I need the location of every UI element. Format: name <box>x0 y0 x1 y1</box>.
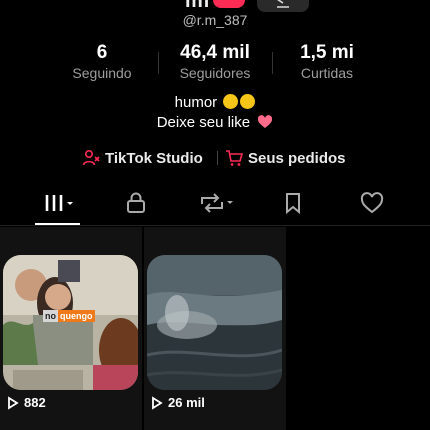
lock-icon <box>127 192 145 213</box>
pink-heart-icon <box>258 115 273 128</box>
stat-followers-value: 46,4 mil <box>180 42 250 63</box>
video-item[interactable]: no quengo 882 <box>0 227 142 430</box>
stat-following[interactable]: 6 Seguindo <box>42 42 162 82</box>
shopping-cart-icon <box>226 150 243 166</box>
tab-videos[interactable] <box>30 183 90 223</box>
bookmark-icon <box>286 193 300 214</box>
play-icon <box>152 395 163 410</box>
tiktok-studio-label: TikTok Studio <box>105 149 203 167</box>
edit-icon <box>277 0 289 8</box>
tab-private[interactable] <box>106 183 166 223</box>
stat-likes-label: Curtidas <box>300 65 354 81</box>
video-thumbnail-image <box>147 255 282 390</box>
person-plus-icon <box>82 149 100 166</box>
video-caption-overlay: no quengo <box>43 310 95 322</box>
stat-likes-value: 1,5 mi <box>300 42 354 63</box>
tab-liked[interactable] <box>342 183 402 223</box>
video-thumbnail[interactable] <box>147 255 282 390</box>
view-count-text: 882 <box>24 395 46 410</box>
stat-followers-label: Seguidores <box>179 65 251 81</box>
bio-line-2: Deixe seu like <box>0 114 430 131</box>
bio-text-1: humor <box>174 94 218 111</box>
stat-likes[interactable]: 1,5 mi Curtidas <box>267 42 387 82</box>
profile-stats: 6 Seguindo 46,4 mil Seguidores 1,5 mi Cu… <box>0 42 430 84</box>
bio-line-1: humor <box>0 94 430 111</box>
orders-link[interactable]: Seus pedidos <box>225 146 346 170</box>
video-view-count: 26 mil <box>151 395 205 410</box>
video-thumbnail[interactable]: no quengo <box>3 255 138 390</box>
profile-links: TikTok Studio Seus pedidos <box>0 146 430 170</box>
view-count-text: 26 mil <box>168 395 205 410</box>
profile-tabs <box>0 183 430 226</box>
stat-followers[interactable]: 46,4 mil Seguidores <box>155 42 275 82</box>
profile-badge <box>213 0 245 8</box>
tab-favorites[interactable] <box>263 183 323 223</box>
active-tab-indicator <box>35 223 80 225</box>
stat-following-value: 6 <box>96 42 108 63</box>
caption-word-2: quengo <box>58 310 95 322</box>
grid-icon <box>45 195 73 211</box>
caption-word-1: no <box>43 310 58 322</box>
tiktok-studio-link[interactable]: TikTok Studio <box>82 146 203 170</box>
link-divider <box>217 151 218 165</box>
video-grid: no quengo 882 26 mil <box>0 227 430 430</box>
stat-following-label: Seguindo <box>72 65 132 81</box>
repost-icon <box>201 193 233 213</box>
video-item[interactable]: 26 mil <box>144 227 286 430</box>
laughing-emoji-icon <box>240 94 256 109</box>
laughing-emoji-icon <box>223 94 239 109</box>
profile-username: @r.m_387 <box>182 12 248 28</box>
bio-text-2: Deixe seu like <box>156 114 251 131</box>
heart-icon <box>360 192 384 214</box>
orders-label: Seus pedidos <box>248 149 346 167</box>
video-view-count: 882 <box>7 395 46 410</box>
video-thumbnail-image <box>3 255 138 390</box>
tab-reposts[interactable] <box>187 183 247 223</box>
play-icon <box>8 395 19 410</box>
edit-profile-button[interactable] <box>257 0 309 12</box>
